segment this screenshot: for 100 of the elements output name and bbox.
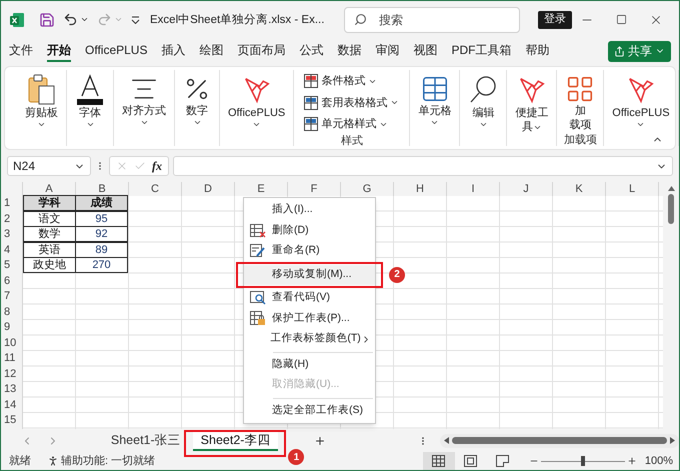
- menu-item[interactable]: 移动或复制(M)...: [244, 264, 375, 285]
- style-menu-button[interactable]: 条件格式: [304, 73, 400, 90]
- row-header[interactable]: 3: [1, 227, 22, 242]
- ribbon-button[interactable]: 字体: [71, 70, 109, 129]
- row-header[interactable]: 8: [1, 304, 22, 320]
- menu-item[interactable]: 隐藏(H): [244, 354, 375, 375]
- menu-item[interactable]: 查看代码(V): [244, 288, 375, 308]
- table-cell: 270: [75, 257, 128, 273]
- zoom-slider[interactable]: [540, 456, 625, 466]
- step-badge: 1: [288, 449, 304, 465]
- view-button[interactable]: [422, 452, 455, 470]
- ribbon-tab[interactable]: 数据: [337, 40, 362, 62]
- table-cell: 语文: [23, 210, 76, 226]
- caret-icon: [478, 120, 488, 129]
- ribbon-tab[interactable]: 页面布局: [237, 40, 286, 62]
- caret-icon: [252, 120, 262, 129]
- table-cell: 89: [75, 242, 128, 258]
- horizontal-scrollbar[interactable]: [440, 434, 679, 448]
- add-sheet-icon[interactable]: [314, 434, 326, 446]
- ribbon-button[interactable]: 剪贴板: [21, 70, 62, 129]
- ribbon-tab[interactable]: OfficePLUS: [85, 40, 148, 62]
- scroll-right-icon[interactable]: [670, 437, 676, 444]
- maximize-icon[interactable]: [616, 14, 627, 25]
- row-header[interactable]: 13: [1, 382, 22, 398]
- menu-item[interactable]: 重命名(R): [244, 241, 375, 262]
- font-color-icon: [75, 74, 105, 106]
- menu-item[interactable]: 删除(D): [244, 220, 375, 241]
- column-header[interactable]: E: [235, 182, 288, 196]
- style-menu-button[interactable]: 套用表格格式: [304, 94, 400, 111]
- ribbon-button[interactable]: 对齐方式: [118, 70, 170, 127]
- ribbon-tab[interactable]: 公式: [299, 40, 324, 62]
- sheet-tab[interactable]: Sheet2-李四: [192, 430, 278, 450]
- ribbon-button[interactable]: 数字: [179, 70, 215, 127]
- row-header[interactable]: 12: [1, 366, 22, 382]
- header-cell: 学科: [23, 195, 76, 211]
- ribbon-button[interactable]: OfficePLUS: [224, 70, 290, 129]
- format-grid-icon: [304, 96, 318, 110]
- insert-function-button[interactable]: fx: [152, 157, 162, 175]
- view-code-icon: [250, 291, 266, 306]
- accessibility-status[interactable]: 辅助功能: 一切就绪: [61, 452, 156, 470]
- ribbon-button[interactable]: 单元格: [414, 70, 456, 127]
- ribbon-button[interactable]: 便捷工 具: [511, 70, 552, 134]
- ribbon-tab[interactable]: 帮助: [525, 40, 550, 62]
- table-cell: 数学: [23, 226, 76, 242]
- ribbon-tab[interactable]: 视图: [413, 40, 438, 62]
- ribbon-tab[interactable]: 插入: [161, 40, 186, 62]
- column-header[interactable]: J: [500, 182, 553, 196]
- customize-toolbar-icon[interactable]: [131, 16, 140, 24]
- column-header[interactable]: D: [182, 182, 235, 196]
- caret-icon: [140, 118, 148, 127]
- caret-icon: [430, 118, 440, 127]
- ribbon-button[interactable]: OfficePLUS: [608, 70, 674, 129]
- menu-item[interactable]: 保护工作表(P)...: [244, 308, 375, 329]
- menu-item[interactable]: 选定全部工作表(S): [244, 400, 375, 421]
- column-header[interactable]: I: [447, 182, 500, 196]
- scroll-thumb[interactable]: [668, 194, 674, 224]
- scroll-up-icon[interactable]: [668, 186, 674, 191]
- column-header[interactable]: H: [394, 182, 447, 196]
- row-header[interactable]: 2: [1, 212, 22, 227]
- zoom-in-icon[interactable]: [626, 456, 637, 466]
- ribbon-tab[interactable]: 审阅: [375, 40, 400, 62]
- row-header[interactable]: 11: [1, 351, 22, 366]
- row-header[interactable]: 14: [1, 398, 22, 413]
- row-header[interactable]: 9: [1, 320, 22, 336]
- row-header[interactable]: 15: [1, 413, 22, 428]
- menu-item[interactable]: 插入(I)...: [244, 200, 375, 220]
- ribbon-tab[interactable]: 绘图: [199, 40, 224, 62]
- formula-field[interactable]: [173, 156, 673, 176]
- column-header[interactable]: F: [288, 182, 341, 196]
- search-field[interactable]: 搜索: [344, 6, 520, 32]
- caret-icon[interactable]: [80, 15, 89, 24]
- row-header[interactable]: 5: [1, 258, 22, 274]
- row-header[interactable]: 10: [1, 336, 22, 351]
- undo-icon[interactable]: [63, 12, 78, 27]
- column-header[interactable]: L: [606, 182, 659, 196]
- share-button[interactable]: 共享: [608, 40, 671, 62]
- name-box[interactable]: N24: [7, 156, 91, 176]
- scroll-left-icon[interactable]: [444, 437, 450, 444]
- column-header[interactable]: C: [129, 182, 182, 196]
- row-header[interactable]: 6: [1, 274, 22, 289]
- format-grid-icon: [304, 74, 318, 88]
- column-header[interactable]: G: [341, 182, 394, 196]
- ribbon-button[interactable]: 加 载项: [561, 70, 600, 132]
- save-icon[interactable]: [39, 12, 55, 28]
- group-label: 加载项: [564, 133, 597, 148]
- sheet-tab[interactable]: Sheet1-张三: [102, 430, 189, 450]
- row-header[interactable]: 4: [1, 242, 22, 258]
- ribbon-tab[interactable]: 文件: [9, 40, 33, 62]
- scroll-thumb[interactable]: [452, 437, 668, 444]
- row-header[interactable]: 7: [1, 289, 22, 304]
- zoom-thumb[interactable]: [580, 456, 585, 466]
- row-header[interactable]: 1: [1, 196, 22, 212]
- ribbon-tab[interactable]: PDF工具箱: [451, 40, 512, 62]
- ribbon-tab[interactable]: 开始: [47, 40, 71, 62]
- menu-item[interactable]: 工作表标签颜色(T): [244, 329, 375, 350]
- ribbon-button[interactable]: 编辑: [464, 70, 502, 129]
- column-header[interactable]: K: [553, 182, 606, 196]
- sign-in-button[interactable]: 登录: [538, 10, 572, 28]
- style-menu-button[interactable]: 单元格样式: [304, 116, 400, 132]
- zoom-level[interactable]: 100%: [644, 452, 673, 470]
